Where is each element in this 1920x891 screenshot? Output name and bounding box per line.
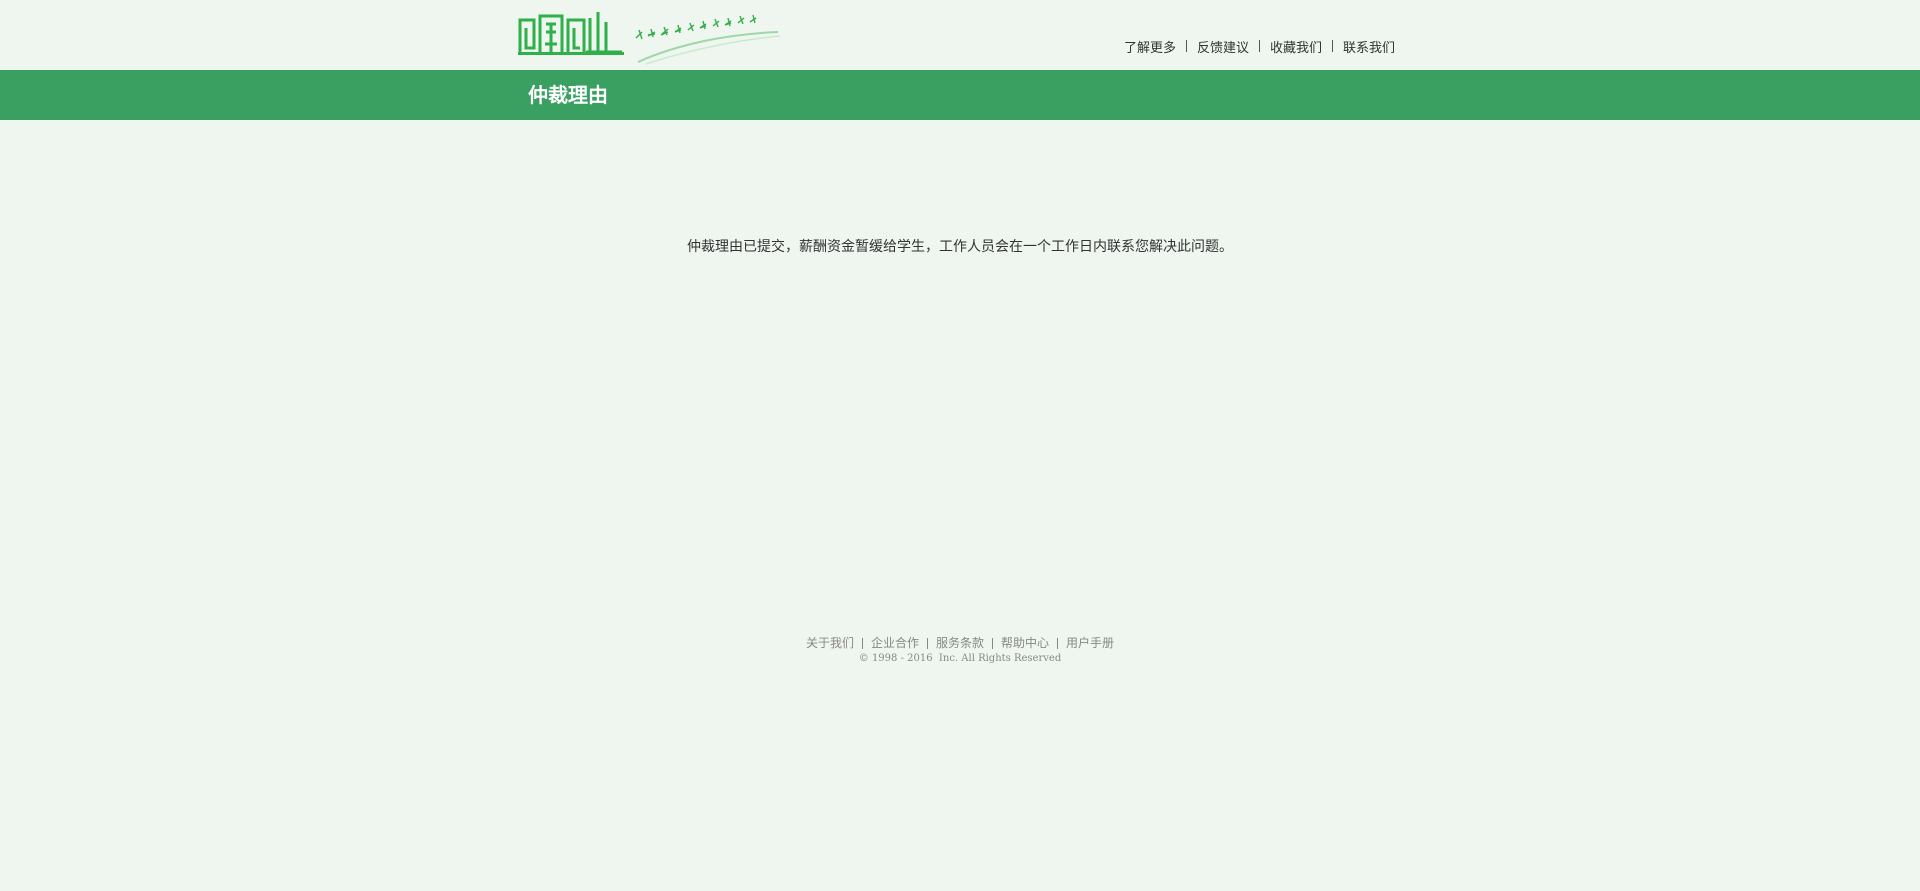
nav-link-learn-more[interactable]: 了解更多: [1124, 37, 1176, 56]
page-title: 仲裁理由: [528, 83, 608, 107]
footer-link-about[interactable]: 关于我们: [806, 635, 854, 651]
footer-link-terms[interactable]: 服务条款: [936, 635, 984, 651]
main-content: 仲裁理由已提交，薪酬资金暂缓给学生，工作人员会在一个工作日内联系您解决此问题。: [0, 120, 1920, 600]
site-logo[interactable]: [518, 4, 790, 66]
nav-divider: [1186, 40, 1188, 52]
footer-divider: [1057, 637, 1059, 649]
footer-divider: [861, 637, 863, 649]
nav-divider: [1332, 40, 1334, 52]
footer-link-help[interactable]: 帮助中心: [1001, 635, 1049, 651]
logo-graphic: [518, 12, 781, 65]
nav-link-feedback[interactable]: 反馈建议: [1197, 37, 1249, 56]
footer-divider: [926, 637, 928, 649]
nav-link-bookmark[interactable]: 收藏我们: [1270, 37, 1322, 56]
copyright: © 1998 - 2016 Inc. All Rights Reserved: [858, 653, 1062, 664]
top-nav: 了解更多 反馈建议 收藏我们 联系我们: [1124, 37, 1395, 56]
nav-link-contact[interactable]: 联系我们: [1343, 37, 1395, 56]
footer-link-manual[interactable]: 用户手册: [1066, 635, 1114, 651]
footer-divider: [992, 637, 993, 649]
footer-link-partnership[interactable]: 企业合作: [871, 635, 919, 651]
footer: 关于我们 企业合作 服务条款 帮助中心 用户手册 © 1998 - 2016 I…: [0, 632, 1920, 666]
header: 了解更多 反馈建议 收藏我们 联系我们: [0, 0, 1920, 70]
footer-links: 关于我们 企业合作 服务条款 帮助中心 用户手册: [806, 635, 1114, 651]
status-message: 仲裁理由已提交，薪酬资金暂缓给学生，工作人员会在一个工作日内联系您解决此问题。: [687, 239, 1233, 255]
title-bar: 仲裁理由: [0, 70, 1920, 120]
nav-divider: [1259, 40, 1261, 52]
